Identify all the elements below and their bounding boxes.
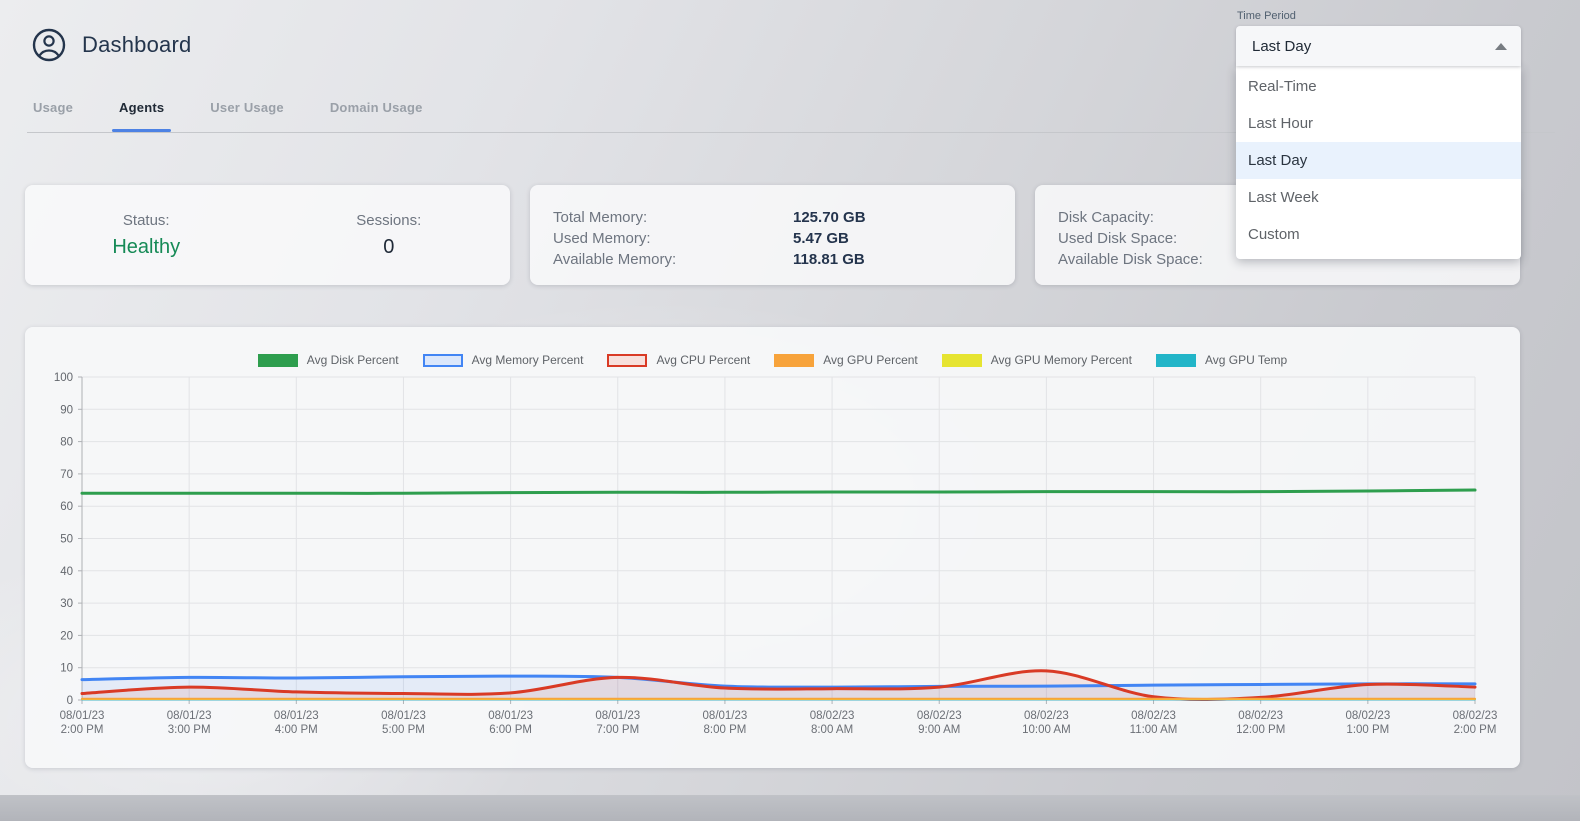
header: Dashboard — [32, 28, 191, 62]
available-memory-row: Available Memory: 118.81 GB — [553, 249, 1015, 270]
svg-text:7:00 PM: 7:00 PM — [596, 724, 639, 736]
svg-text:08/01/23: 08/01/23 — [488, 710, 533, 722]
svg-text:6:00 PM: 6:00 PM — [489, 724, 532, 736]
svg-text:08/02/23: 08/02/23 — [810, 710, 855, 722]
svg-text:08/01/23: 08/01/23 — [595, 710, 640, 722]
svg-text:70: 70 — [60, 469, 73, 481]
svg-text:5:00 PM: 5:00 PM — [382, 724, 425, 736]
svg-text:08/02/23: 08/02/23 — [1238, 710, 1283, 722]
svg-text:11:00 AM: 11:00 AM — [1130, 724, 1178, 736]
legend-item-1[interactable]: Avg Memory Percent — [423, 353, 584, 367]
svg-text:60: 60 — [60, 501, 73, 513]
menu-item-last-hour[interactable]: Last Hour — [1236, 105, 1521, 142]
legend-item-4[interactable]: Avg GPU Memory Percent — [942, 353, 1132, 367]
svg-text:10: 10 — [60, 663, 73, 675]
svg-text:1:00 PM: 1:00 PM — [1346, 724, 1389, 736]
total-memory-label: Total Memory: — [553, 209, 793, 226]
legend-label: Avg Disk Percent — [307, 353, 399, 367]
legend-label: Avg GPU Percent — [823, 353, 918, 367]
used-memory-label: Used Memory: — [553, 230, 793, 247]
svg-text:08/02/23: 08/02/23 — [1453, 710, 1498, 722]
chart-legend: Avg Disk Percent Avg Memory Percent Avg CP… — [25, 353, 1520, 367]
svg-text:8:00 AM: 8:00 AM — [811, 724, 853, 736]
legend-swatch-icon — [774, 354, 814, 367]
svg-text:08/02/23: 08/02/23 — [1024, 710, 1069, 722]
svg-text:08/01/23: 08/01/23 — [167, 710, 212, 722]
svg-text:08/01/23: 08/01/23 — [274, 710, 319, 722]
svg-text:08/01/23: 08/01/23 — [703, 710, 748, 722]
svg-text:3:00 PM: 3:00 PM — [168, 724, 211, 736]
legend-label: Avg CPU Percent — [656, 353, 750, 367]
svg-text:08/02/23: 08/02/23 — [1131, 710, 1176, 722]
svg-text:2:00 PM: 2:00 PM — [1454, 724, 1497, 736]
sessions-stat: Sessions: 0 — [268, 212, 511, 259]
available-memory-value: 118.81 GB — [793, 251, 865, 268]
total-memory-row: Total Memory: 125.70 GB — [553, 207, 1015, 228]
user-account-icon — [32, 28, 66, 62]
tab-domain-usage[interactable]: Domain Usage — [327, 100, 426, 132]
menu-item-real-time[interactable]: Real-Time — [1236, 68, 1521, 105]
used-memory-row: Used Memory: 5.47 GB — [553, 228, 1015, 249]
menu-item-last-week[interactable]: Last Week — [1236, 179, 1521, 216]
menu-item-custom[interactable]: Custom — [1236, 216, 1521, 253]
menu-item-last-day[interactable]: Last Day — [1236, 142, 1521, 179]
svg-text:4:00 PM: 4:00 PM — [275, 724, 318, 736]
svg-text:0: 0 — [67, 695, 73, 707]
time-period-menu: Real-Time Last Hour Last Day Last Week C… — [1236, 66, 1521, 259]
tab-usage[interactable]: Usage — [30, 100, 76, 132]
legend-swatch-icon — [607, 354, 647, 367]
time-period-selected-value: Last Day — [1252, 38, 1311, 55]
svg-text:08/02/23: 08/02/23 — [1345, 710, 1390, 722]
usage-chart-svg: 0 10 20 30 40 50 60 70 80 90 100 08/01/23 2:00 PM 08/… — [25, 327, 1520, 768]
status-label: Status: — [25, 212, 268, 229]
legend-item-3[interactable]: Avg GPU Percent — [774, 353, 918, 367]
status-stat: Status: Healthy — [25, 212, 268, 259]
legend-label: Avg GPU Memory Percent — [991, 353, 1132, 367]
svg-text:12:00 PM: 12:00 PM — [1236, 724, 1285, 736]
memory-card: Total Memory: 125.70 GB Used Memory: 5.4… — [530, 185, 1015, 285]
available-memory-label: Available Memory: — [553, 251, 793, 268]
time-period-select[interactable]: Last Day — [1236, 26, 1521, 66]
svg-text:08/01/23: 08/01/23 — [60, 710, 105, 722]
svg-text:2:00 PM: 2:00 PM — [61, 724, 104, 736]
svg-text:90: 90 — [60, 404, 73, 416]
legend-swatch-icon — [942, 354, 982, 367]
total-memory-value: 125.70 GB — [793, 209, 866, 226]
bottom-band — [0, 795, 1580, 821]
svg-text:08/02/23: 08/02/23 — [917, 710, 962, 722]
svg-text:08/01/23: 08/01/23 — [381, 710, 426, 722]
legend-item-5[interactable]: Avg GPU Temp — [1156, 353, 1287, 367]
svg-text:9:00 AM: 9:00 AM — [918, 724, 960, 736]
legend-swatch-icon — [258, 354, 298, 367]
legend-item-2[interactable]: Avg CPU Percent — [607, 353, 750, 367]
status-card: Status: Healthy Sessions: 0 — [25, 185, 510, 285]
svg-text:50: 50 — [60, 534, 73, 546]
svg-text:40: 40 — [60, 566, 73, 578]
time-period-dropdown: Time Period Last Day Real-Time Last Hour… — [1236, 10, 1521, 259]
sessions-value: 0 — [268, 236, 511, 259]
svg-text:10:00 AM: 10:00 AM — [1022, 724, 1071, 736]
svg-text:20: 20 — [60, 630, 73, 642]
legend-label: Avg GPU Temp — [1205, 353, 1287, 367]
svg-text:80: 80 — [60, 437, 73, 449]
legend-item-0[interactable]: Avg Disk Percent — [258, 353, 399, 367]
sessions-label: Sessions: — [268, 212, 511, 229]
chevron-up-icon — [1495, 43, 1507, 50]
legend-swatch-icon — [423, 354, 463, 367]
page-title: Dashboard — [82, 32, 191, 58]
legend-label: Avg Memory Percent — [472, 353, 584, 367]
svg-text:30: 30 — [60, 598, 73, 610]
svg-text:8:00 PM: 8:00 PM — [704, 724, 747, 736]
svg-text:100: 100 — [54, 372, 73, 384]
tab-user-usage[interactable]: User Usage — [207, 100, 287, 132]
usage-chart-card: 0 10 20 30 40 50 60 70 80 90 100 08/01/23 2:00 PM 08/… — [25, 327, 1520, 768]
legend-swatch-icon — [1156, 354, 1196, 367]
status-value: Healthy — [25, 236, 268, 259]
time-period-label: Time Period — [1236, 10, 1521, 22]
tab-agents[interactable]: Agents — [116, 100, 167, 132]
dashboard-page: { "header": { "title": "Dashboard" }, "t… — [0, 0, 1580, 821]
used-memory-value: 5.47 GB — [793, 230, 849, 247]
